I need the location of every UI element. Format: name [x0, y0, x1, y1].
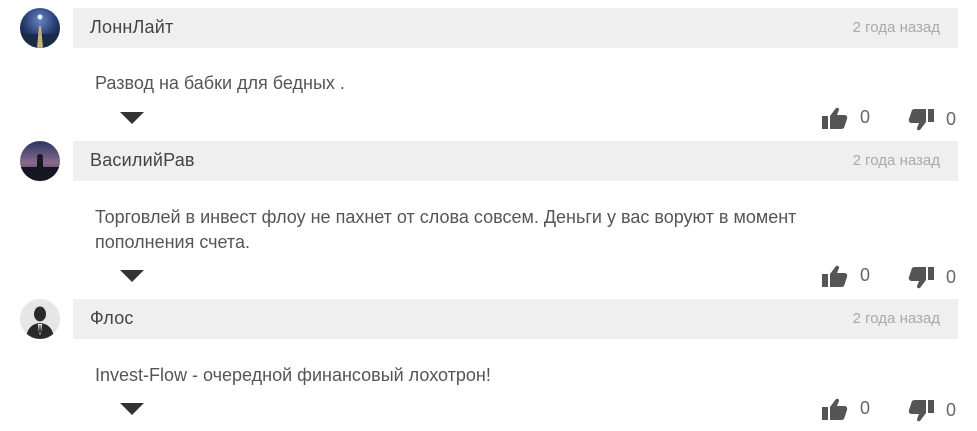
thumbs-down-icon [908, 267, 934, 289]
comment-header: ЛоннЛайт 2 года назад [73, 8, 958, 48]
expand-replies-button[interactable] [120, 270, 144, 284]
comment-item: Флос 2 года назад Invest-Flow - очередно… [0, 299, 977, 429]
comment-header: ВасилийРав 2 года назад [73, 141, 958, 181]
comment-timestamp: 2 года назад [852, 19, 940, 36]
night-pier-avatar-icon [20, 8, 60, 48]
like-button[interactable]: 0 [822, 106, 882, 130]
thumbs-down-icon [908, 400, 934, 422]
dislike-button[interactable]: 0 [908, 108, 968, 132]
dislike-count: 0 [946, 267, 957, 287]
comment-text: Торговлей в инвест флоу не пахнет от сло… [95, 207, 797, 252]
dislike-button[interactable]: 0 [908, 266, 968, 290]
like-count: 0 [860, 265, 871, 285]
comments-list: ЛоннЛайт 2 года назад Развод на бабки дл… [0, 0, 977, 431]
avatar[interactable] [20, 299, 60, 339]
comment-timestamp: 2 года назад [852, 310, 940, 327]
like-count: 0 [860, 398, 871, 418]
author-name[interactable]: Флос [90, 308, 134, 329]
thumbs-up-icon [822, 265, 848, 287]
avatar[interactable] [20, 8, 60, 48]
author-name[interactable]: ЛоннЛайт [90, 17, 173, 38]
dislike-count: 0 [946, 109, 957, 129]
caret-down-icon [120, 112, 144, 124]
caret-down-icon [120, 270, 144, 282]
comment-timestamp: 2 года назад [852, 152, 940, 169]
comment-item: ЛоннЛайт 2 года назад Развод на бабки дл… [0, 8, 977, 133]
expand-replies-button[interactable] [120, 112, 144, 126]
comment-item: ВасилийРав 2 года назад Торговлей в инве… [0, 141, 977, 291]
thumbs-up-icon [822, 398, 848, 420]
default-user-avatar-icon [20, 299, 60, 339]
dislike-count: 0 [946, 400, 957, 420]
avatar[interactable] [20, 141, 60, 181]
caret-down-icon [120, 403, 144, 415]
author-name[interactable]: ВасилийРав [90, 150, 195, 171]
dusk-silhouette-avatar-icon [20, 141, 60, 181]
comment-text: Invest-Flow - очередной финансовый лохот… [95, 365, 491, 385]
like-button[interactable]: 0 [822, 264, 882, 288]
like-button[interactable]: 0 [822, 397, 882, 421]
thumbs-up-icon [822, 107, 848, 129]
comment-header: Флос 2 года назад [73, 299, 958, 339]
expand-replies-button[interactable] [120, 403, 144, 417]
comment-text: Развод на бабки для бедных . [95, 73, 345, 93]
dislike-button[interactable]: 0 [908, 399, 968, 423]
thumbs-down-icon [908, 109, 934, 131]
like-count: 0 [860, 107, 871, 127]
